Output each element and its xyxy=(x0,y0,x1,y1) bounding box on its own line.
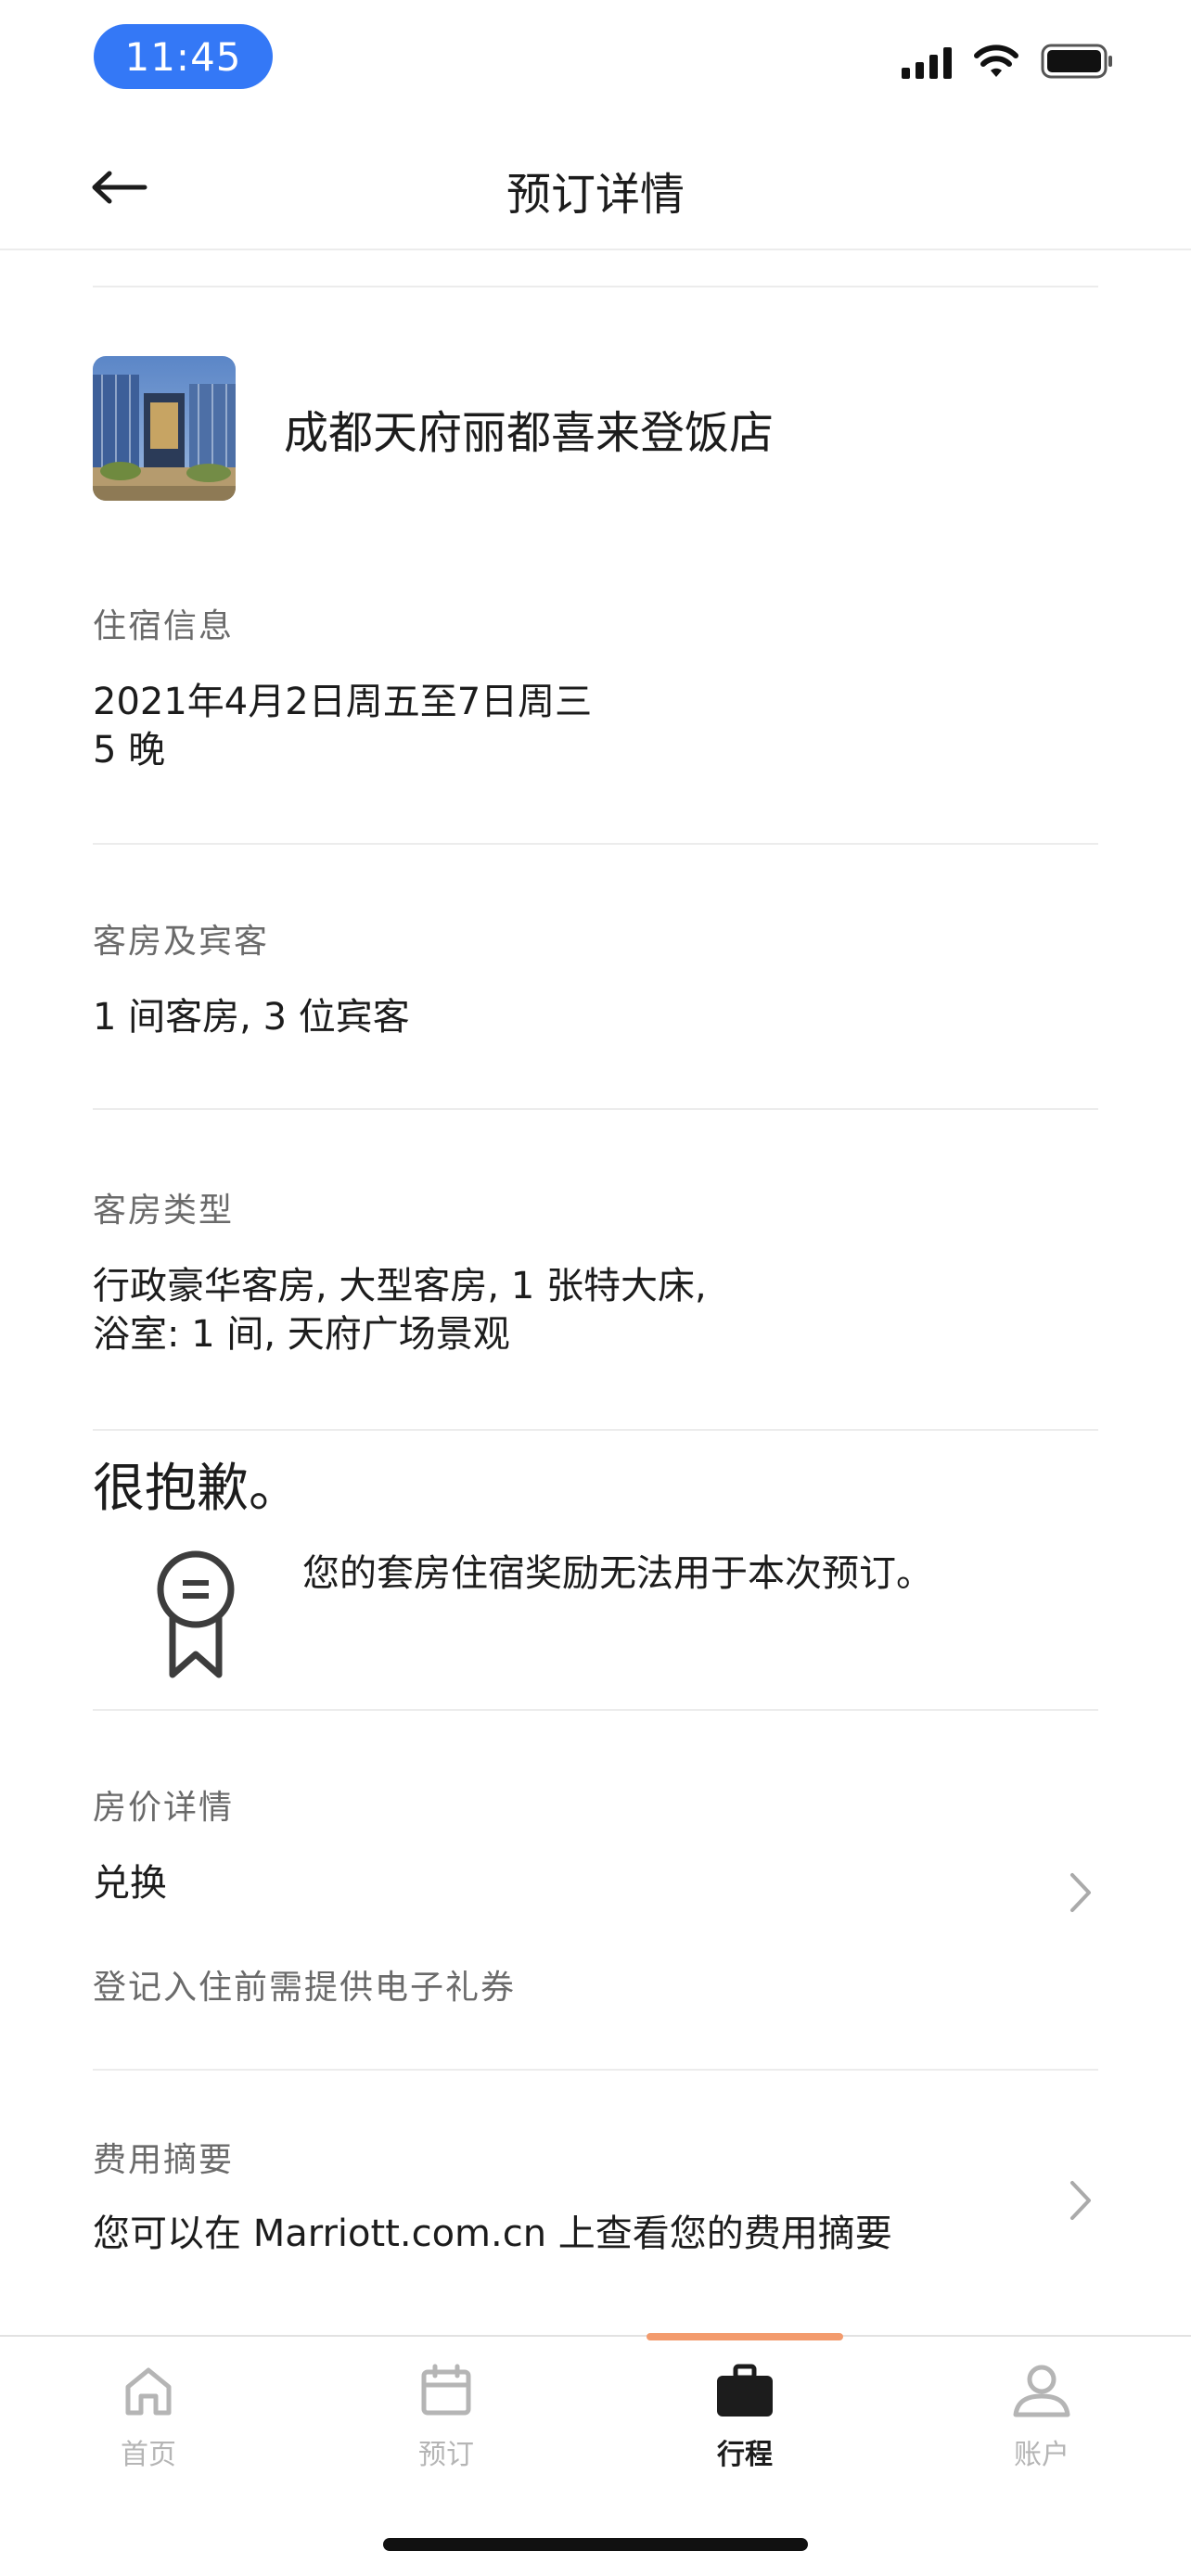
hotel-row[interactable]: 成都天府丽都喜来登饭店 xyxy=(93,356,1098,501)
rate-details-row[interactable]: 房价详情 兑换 登记入住前需提供电子礼券 xyxy=(93,1780,1098,2059)
charges-summary-label: 费用摘要 xyxy=(93,2141,235,2179)
room-type-line-1: 行政豪华客房, 大型客房, 1 张特大床, xyxy=(93,1265,707,1307)
tab-home[interactable]: 首页 xyxy=(65,2363,232,2472)
rooms-guests-label: 客房及宾客 xyxy=(93,923,270,961)
rate-details-label: 房价详情 xyxy=(93,1789,235,1827)
stay-dates: 2021年4月2日周五至7日周三 xyxy=(93,681,593,723)
status-bar: 11:45 xyxy=(0,0,1191,121)
home-indicator[interactable] xyxy=(383,2538,808,2551)
divider xyxy=(93,286,1098,287)
divider xyxy=(93,1429,1098,1431)
calendar-icon xyxy=(421,2364,471,2416)
charges-summary-row[interactable]: 费用摘要 您可以在 Marriott.com.cn 上查看您的费用摘要 xyxy=(93,2133,1098,2290)
hotel-name: 成都天府丽都喜来登饭店 xyxy=(284,407,775,459)
chevron-right-icon xyxy=(1070,1873,1091,1912)
divider xyxy=(93,1709,1098,1711)
battery-icon xyxy=(1041,44,1112,79)
page-title: 预订详情 xyxy=(506,169,685,221)
rate-details-note: 登记入住前需提供电子礼券 xyxy=(93,1969,517,2007)
notice-message: 您的套房住宿奖励无法用于本次预订。 xyxy=(302,1552,933,1595)
tab-label: 预订 xyxy=(418,2439,474,2471)
tab-book[interactable]: 预订 xyxy=(363,2363,530,2472)
room-type-label: 客房类型 xyxy=(93,1192,235,1230)
status-icons xyxy=(902,43,1115,80)
stay-info-label: 住宿信息 xyxy=(93,607,235,645)
tab-label: 行程 xyxy=(717,2439,773,2471)
divider xyxy=(93,2069,1098,2071)
briefcase-icon xyxy=(717,2364,773,2417)
notice-title: 很抱歉。 xyxy=(93,1459,301,1519)
hotel-photo xyxy=(93,356,236,501)
charges-summary-value: 您可以在 Marriott.com.cn 上查看您的费用摘要 xyxy=(93,2213,892,2255)
room-type-line-2: 浴室: 1 间, 天府广场景观 xyxy=(93,1313,510,1356)
status-time: 11:45 xyxy=(94,24,273,89)
divider xyxy=(93,843,1098,845)
wifi-icon xyxy=(974,45,1018,77)
chevron-right-icon xyxy=(1070,2181,1091,2220)
tab-label: 首页 xyxy=(121,2439,176,2471)
cellular-signal-icon xyxy=(902,44,952,79)
stay-nights: 5 晚 xyxy=(93,729,166,772)
top-nav-bar: 预订详情 xyxy=(0,121,1191,250)
tab-trips[interactable]: 行程 xyxy=(661,2363,828,2472)
home-icon xyxy=(125,2367,172,2416)
active-tab-indicator xyxy=(647,2333,843,2340)
tab-account[interactable]: 账户 xyxy=(958,2363,1125,2472)
tab-label: 账户 xyxy=(1014,2439,1069,2471)
divider xyxy=(93,1108,1098,1110)
rooms-guests-value: 1 间客房, 3 位宾客 xyxy=(93,996,410,1039)
award-ribbon-icon xyxy=(157,1550,235,1678)
rate-details-value: 兑换 xyxy=(93,1862,167,1905)
account-icon xyxy=(1013,2365,1070,2417)
